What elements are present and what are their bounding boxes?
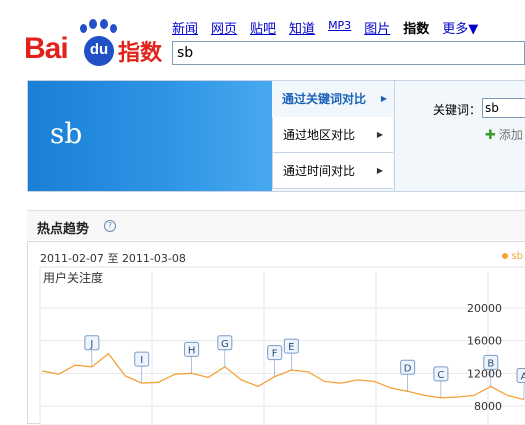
paw-icon: [80, 24, 87, 33]
svg-text:B: B: [487, 358, 494, 369]
svg-text:H: H: [188, 345, 196, 356]
plus-icon: ✚: [485, 128, 496, 143]
compare-menu: 通过关键词对比 ▶ 通过地区对比 ▶ 通过时间对比 ▶: [272, 81, 393, 191]
compare-by-region[interactable]: 通过地区对比 ▶: [272, 117, 393, 153]
keyword-label: 关键词：: [433, 103, 482, 117]
top-nav: 新闻 网页 贴吧 知道 MP3 图片 指数 更多▼: [172, 18, 478, 37]
nav-tieba[interactable]: 贴吧: [250, 18, 276, 37]
y-axis-label: 用户关注度: [43, 270, 103, 285]
add-keyword-button[interactable]: ✚ 添加: [485, 126, 523, 143]
arrow-right-icon: ▶: [380, 94, 387, 103]
plot-area: [39, 266, 525, 425]
arrow-right-icon: ▶: [376, 130, 383, 139]
keyword-input[interactable]: sb: [482, 98, 525, 118]
keyword-display: sb: [50, 117, 83, 150]
svg-text:J: J: [89, 339, 93, 350]
svg-text:C: C: [437, 370, 444, 381]
nav-mp3[interactable]: MP3: [328, 19, 351, 37]
trend-chart: 2011-02-07 至 2011-03-08 sb 8000 12000 1600…: [27, 241, 525, 425]
nav-web[interactable]: 网页: [211, 18, 237, 37]
keyword-panel: sb 通过关键词对比 ▶ 通过地区对比 ▶ 通过时间对比 ▶ 关键词： sb ✚…: [27, 80, 525, 192]
trend-chart-svg: 8000120001600020000用户关注度JIHGFEDCBA: [39, 266, 525, 425]
section-title: 热点趋势: [37, 222, 90, 237]
svg-text:D: D: [404, 363, 412, 374]
nav-more[interactable]: 更多▼: [442, 18, 478, 37]
logo-bai: Bai: [24, 32, 69, 65]
nav-index-current: 指数: [403, 22, 430, 37]
svg-text:G: G: [221, 339, 229, 350]
svg-text:A: A: [521, 371, 525, 382]
nav-zhidao[interactable]: 知道: [289, 18, 315, 37]
header: Bai du 指数 新闻 网页 贴吧 知道 MP3 图片 指数 更多▼ sb: [0, 0, 525, 80]
svg-text:F: F: [272, 349, 278, 360]
y-tick-label: 20000: [467, 302, 502, 315]
svg-text:E: E: [288, 342, 294, 353]
svg-text:I: I: [140, 355, 143, 366]
compare-by-time[interactable]: 通过时间对比 ▶: [272, 153, 393, 189]
logo-zhishu: 指数: [118, 41, 163, 66]
arrow-right-icon: ▶: [376, 166, 383, 175]
nav-images[interactable]: 图片: [364, 18, 390, 37]
baidu-index-logo[interactable]: Bai du 指数: [24, 18, 174, 68]
keyword-compare-form: 关键词： sb ✚ 添加: [394, 81, 525, 191]
search-input[interactable]: sb: [172, 41, 525, 65]
logo-du: du: [84, 36, 114, 66]
compare-by-keyword[interactable]: 通过关键词对比 ▶: [272, 81, 393, 117]
keyword-banner: sb: [28, 81, 272, 191]
nav-news[interactable]: 新闻: [172, 18, 198, 37]
y-tick-label: 16000: [467, 335, 502, 348]
trend-section-header: 热点趋势 ?: [27, 210, 525, 240]
help-icon[interactable]: ?: [104, 220, 116, 232]
